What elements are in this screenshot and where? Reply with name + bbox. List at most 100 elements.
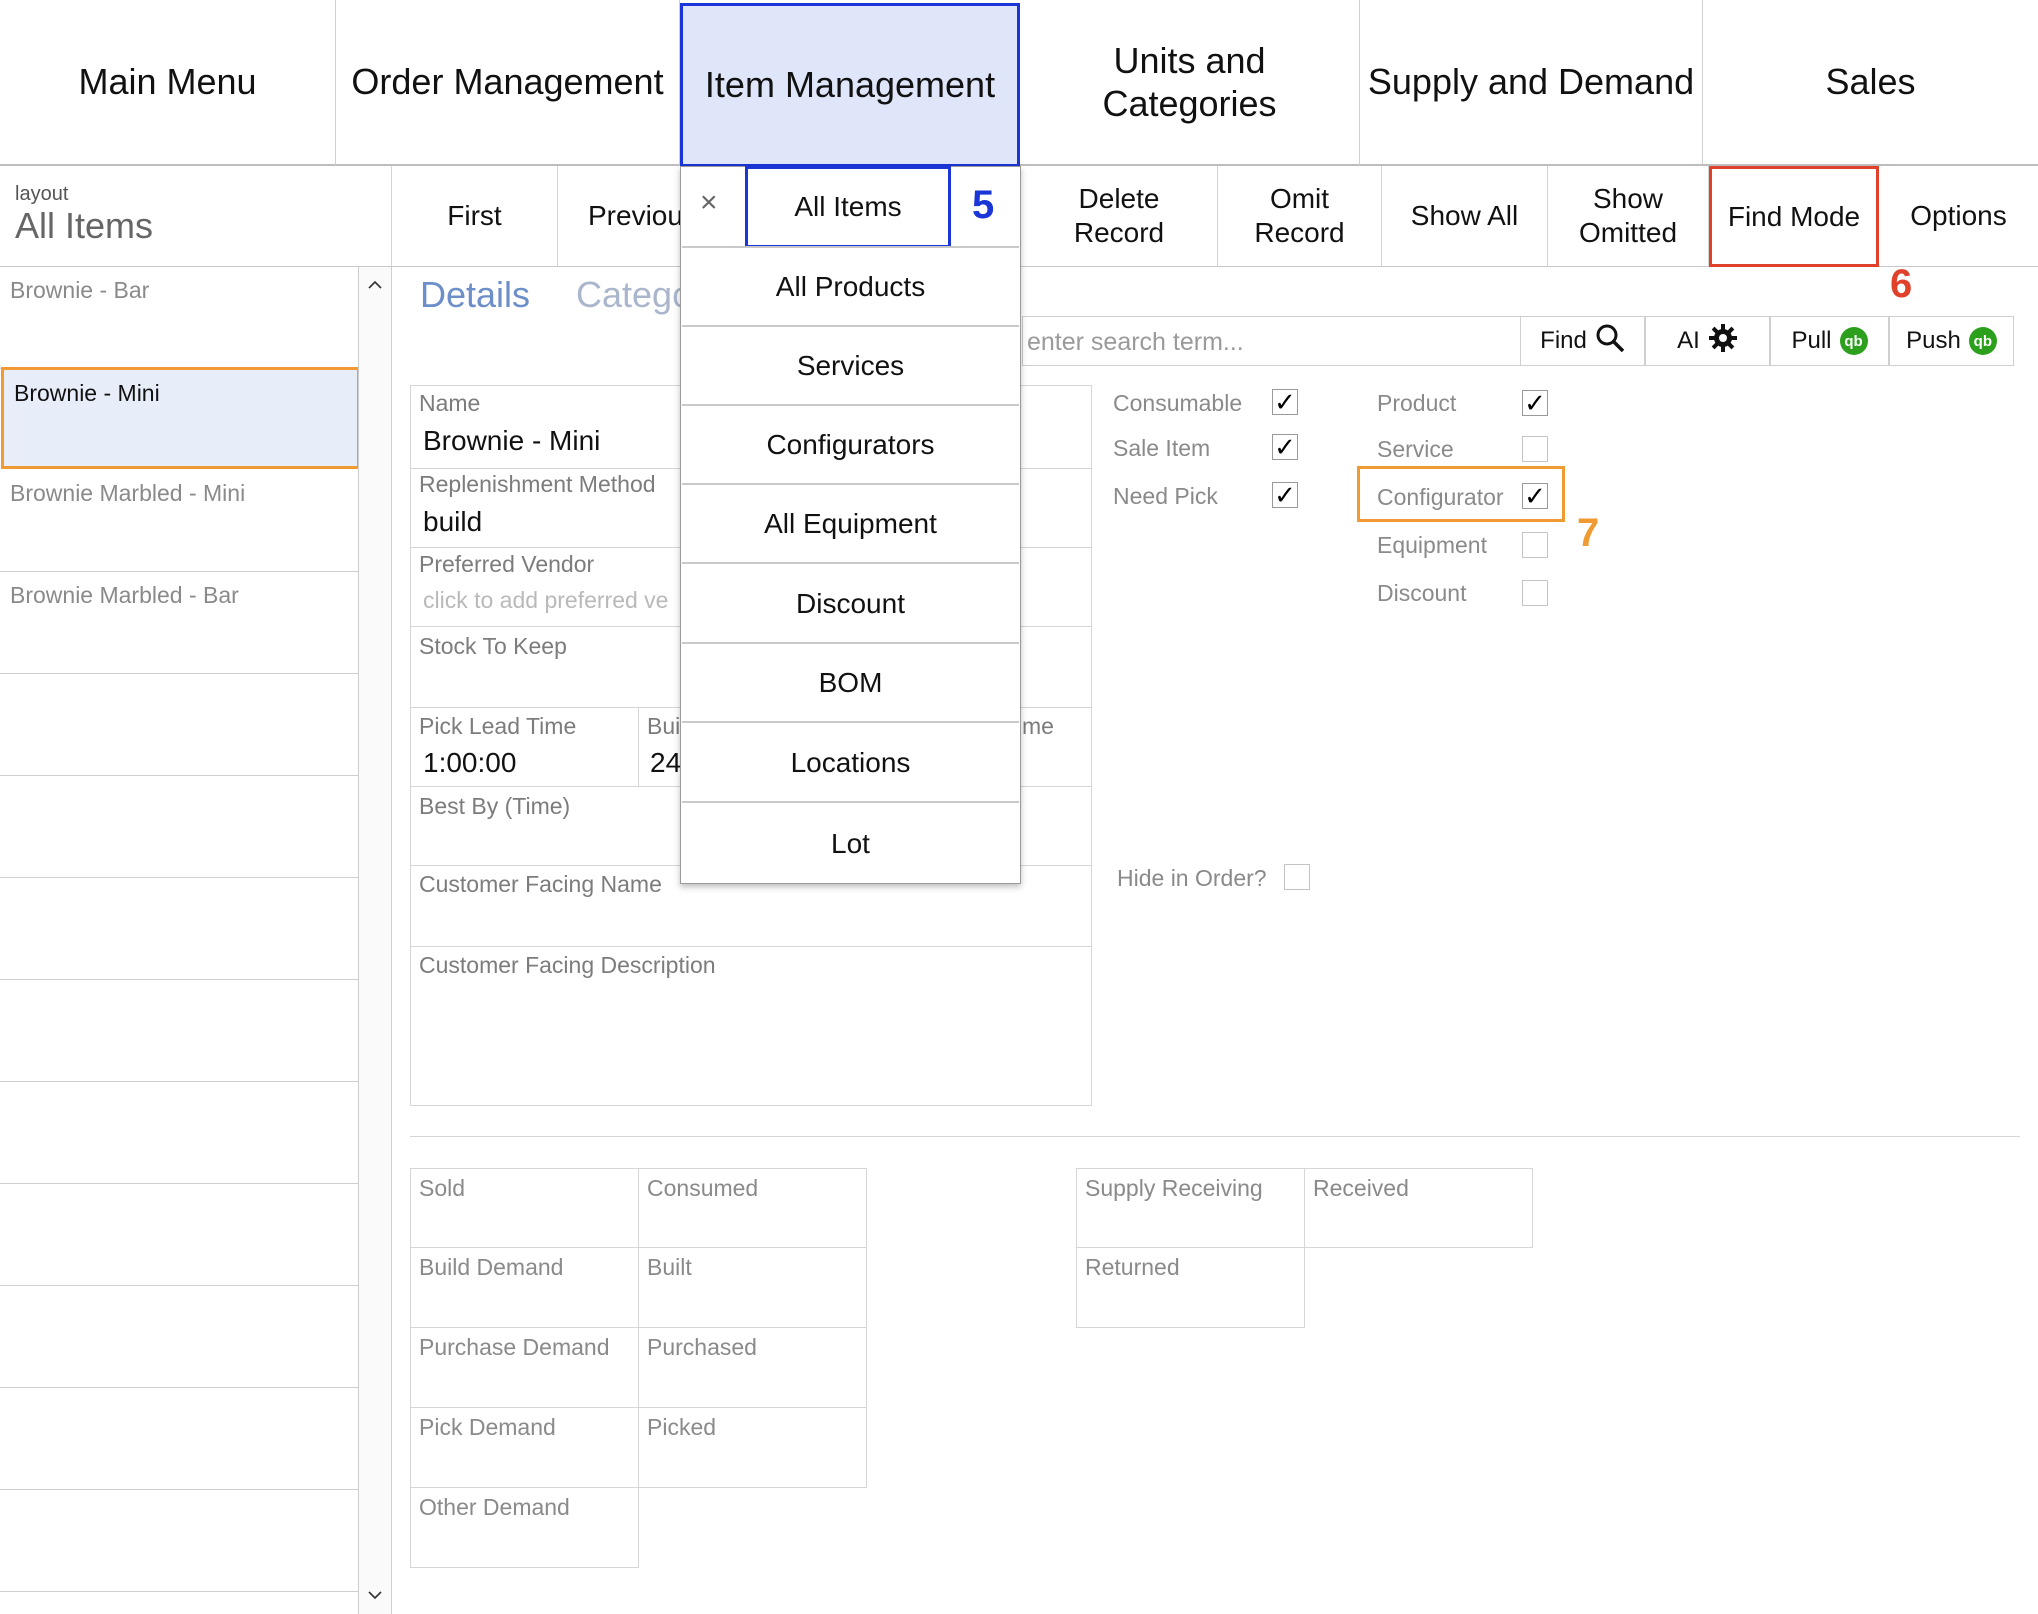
name-value[interactable]: Brownie - Mini bbox=[423, 425, 600, 457]
search-input[interactable]: enter search term... bbox=[1022, 316, 1520, 366]
ai-label: AI bbox=[1677, 327, 1700, 354]
scroll-down-icon[interactable] bbox=[358, 1578, 392, 1612]
tab-details[interactable]: Details bbox=[420, 274, 530, 316]
nav-sales[interactable]: Sales bbox=[1703, 0, 2038, 166]
dropdown-item-all-equipment[interactable]: All Equipment bbox=[682, 485, 1019, 564]
dropdown-item-label: All Items bbox=[794, 191, 902, 222]
purchased-label: Purchased bbox=[647, 1334, 757, 1360]
discount-checkbox[interactable] bbox=[1522, 580, 1548, 606]
show-all-button[interactable]: Show All bbox=[1382, 166, 1548, 267]
preferred-vendor-label: Preferred Vendor bbox=[419, 551, 595, 577]
pick-lead-time-value[interactable]: 1:00:00 bbox=[423, 747, 516, 779]
dropdown-item-all-products[interactable]: All Products bbox=[682, 248, 1019, 327]
first-button[interactable]: First bbox=[392, 166, 558, 267]
nav-supply-demand[interactable]: Supply and Demand bbox=[1360, 0, 1703, 166]
options-button[interactable]: Options bbox=[1879, 166, 2038, 267]
returned-cell: Returned bbox=[1076, 1247, 1305, 1328]
dropdown-item-all-items[interactable]: All Items bbox=[745, 166, 951, 248]
nav-sales-label: Sales bbox=[1825, 61, 1916, 103]
list-item-empty[interactable] bbox=[0, 1286, 358, 1388]
find-button[interactable]: Find bbox=[1520, 316, 1645, 366]
scroll-up-icon[interactable] bbox=[358, 268, 392, 302]
checkmark-icon: ✓ bbox=[1274, 480, 1296, 510]
nav-main-menu[interactable]: Main Menu bbox=[0, 0, 336, 166]
dropdown-item-label: All Equipment bbox=[764, 507, 937, 539]
list-item-selected[interactable]: Brownie - Mini bbox=[1, 367, 360, 469]
dropdown-item-locations[interactable]: Locations bbox=[682, 724, 1019, 803]
checkmark-icon: ✓ bbox=[1274, 387, 1296, 417]
show-omitted-button[interactable]: Show Omitted bbox=[1548, 166, 1709, 267]
replenishment-value[interactable]: build bbox=[423, 506, 482, 538]
list-item-empty[interactable] bbox=[0, 776, 358, 878]
quickbooks-icon: qb bbox=[1968, 327, 1997, 355]
stock-to-keep-label: Stock To Keep bbox=[419, 633, 567, 659]
configurator-checkbox[interactable]: ✓ bbox=[1522, 483, 1548, 509]
list-scrollbar[interactable] bbox=[358, 267, 392, 1614]
dropdown-item-configurators[interactable]: Configurators bbox=[682, 406, 1019, 485]
marker-6: 6 bbox=[1890, 262, 1913, 306]
dropdown-item-label: Services bbox=[796, 349, 905, 381]
consumable-checkbox[interactable]: ✓ bbox=[1272, 389, 1298, 415]
search-placeholder: enter search term... bbox=[1027, 328, 1244, 356]
ai-button[interactable]: AI bbox=[1645, 316, 1770, 366]
omit-record-label: Omit Record bbox=[1254, 183, 1345, 248]
show-all-label: Show All bbox=[1410, 200, 1519, 232]
hide-in-order-checkbox[interactable] bbox=[1284, 864, 1310, 890]
build-lead-time-label: Bui bbox=[647, 713, 681, 739]
push-button[interactable]: Push qb bbox=[1889, 316, 2014, 366]
list-item[interactable]: Brownie Marbled - Bar bbox=[0, 572, 358, 674]
dropdown-item-discount[interactable]: Discount bbox=[682, 565, 1019, 644]
sale-item-checkbox[interactable]: ✓ bbox=[1272, 434, 1298, 460]
need-pick-checkbox[interactable]: ✓ bbox=[1272, 482, 1298, 508]
other-demand-cell: Other Demand bbox=[410, 1487, 639, 1568]
push-label: Push bbox=[1906, 327, 1961, 354]
pull-button[interactable]: Pull qb bbox=[1770, 316, 1889, 366]
build-lead-time-value[interactable]: 24 bbox=[650, 747, 681, 779]
list-item-empty[interactable] bbox=[0, 674, 358, 776]
dropdown-item-label: Configurators bbox=[766, 428, 935, 460]
received-label: Received bbox=[1313, 1175, 1409, 1201]
dropdown-item-services[interactable]: Services bbox=[682, 327, 1019, 406]
tab-categories[interactable]: Catego bbox=[576, 274, 692, 316]
purchase-demand-label: Purchase Demand bbox=[419, 1334, 610, 1360]
nav-order-management[interactable]: Order Management bbox=[336, 0, 680, 166]
product-checkbox[interactable]: ✓ bbox=[1522, 390, 1548, 416]
list-item-empty[interactable] bbox=[0, 1490, 358, 1592]
list-item-empty[interactable] bbox=[0, 878, 358, 980]
list-item[interactable]: Brownie Marbled - Mini bbox=[0, 470, 358, 572]
pick-lead-time-label: Pick Lead Time bbox=[419, 713, 577, 739]
search-icon bbox=[1595, 323, 1625, 360]
section-divider bbox=[410, 1136, 2020, 1137]
omit-record-button[interactable]: Omit Record bbox=[1218, 166, 1382, 267]
list-item[interactable]: Brownie - Bar bbox=[0, 267, 358, 369]
nav-supply-demand-label: Supply and Demand bbox=[1367, 61, 1695, 103]
list-item-empty[interactable] bbox=[0, 980, 358, 1082]
nav-units-categories[interactable]: Units and Categories bbox=[1020, 0, 1360, 166]
product-label: Product bbox=[1377, 390, 1457, 416]
nav-units-categories-label: Units and Categories bbox=[1102, 39, 1277, 124]
build-lead-time-label-tail: me bbox=[1022, 713, 1054, 739]
service-checkbox[interactable] bbox=[1522, 436, 1548, 462]
layout-value[interactable]: All Items bbox=[15, 205, 153, 247]
list-item-empty[interactable] bbox=[0, 1082, 358, 1184]
dropdown-item-label: Lot bbox=[831, 827, 870, 859]
list-item-empty[interactable] bbox=[0, 1184, 358, 1286]
list-item-empty[interactable] bbox=[0, 1388, 358, 1490]
checkmark-icon: ✓ bbox=[1524, 388, 1546, 418]
find-mode-button[interactable]: Find Mode bbox=[1709, 166, 1879, 267]
previous-button[interactable]: Previou bbox=[558, 166, 681, 267]
dropdown-item-bom[interactable]: BOM bbox=[682, 644, 1019, 723]
discount-label: Discount bbox=[1377, 580, 1467, 606]
preferred-vendor-placeholder[interactable]: click to add preferred ve bbox=[423, 587, 668, 614]
list-item-label: Brownie - Bar bbox=[10, 277, 150, 303]
other-demand-label: Other Demand bbox=[419, 1494, 570, 1520]
close-icon[interactable]: × bbox=[700, 186, 718, 220]
dropdown-item-lot[interactable]: Lot bbox=[682, 804, 1019, 883]
equipment-checkbox[interactable] bbox=[1522, 532, 1548, 558]
marker-5: 5 bbox=[972, 183, 995, 227]
nav-item-management[interactable]: Item Management bbox=[680, 3, 1020, 167]
returned-label: Returned bbox=[1085, 1254, 1180, 1280]
consumed-label: Consumed bbox=[647, 1175, 759, 1201]
configurator-label: Configurator bbox=[1377, 484, 1504, 510]
delete-record-button[interactable]: Delete Record bbox=[1021, 166, 1218, 267]
